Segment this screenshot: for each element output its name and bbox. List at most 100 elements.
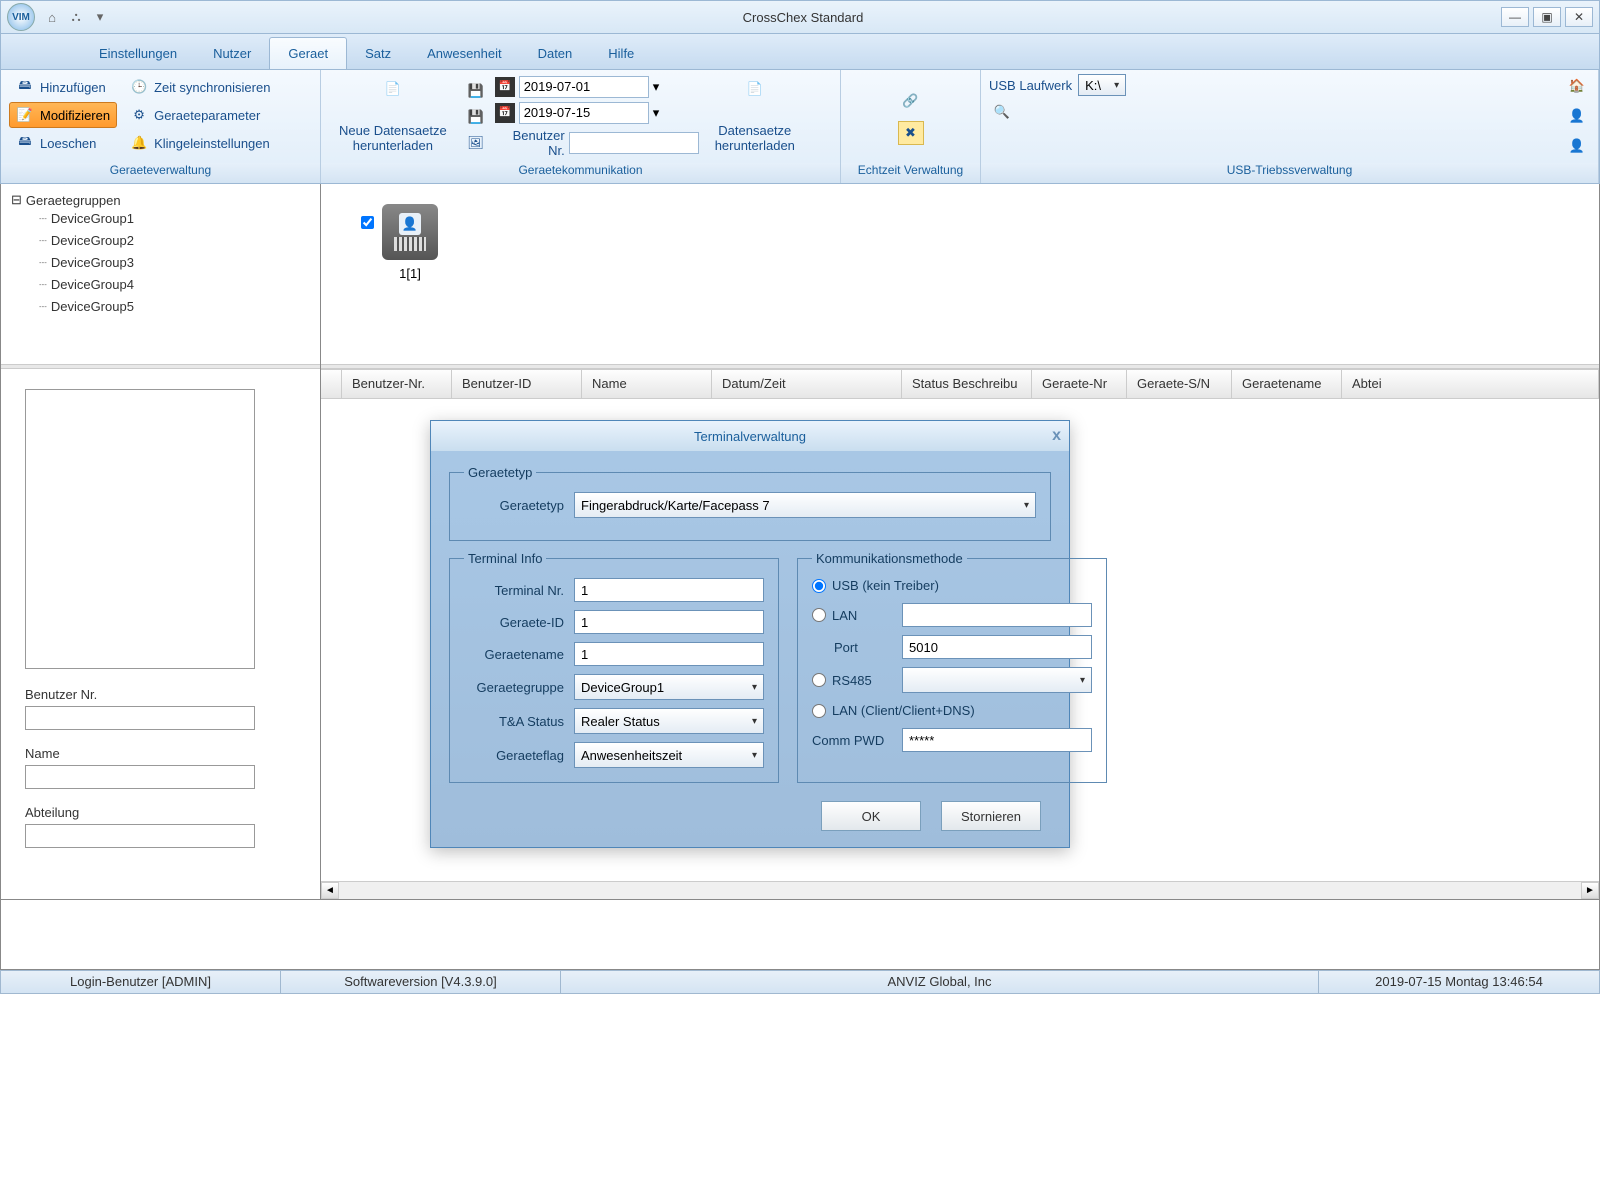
- lan-input[interactable]: [902, 603, 1092, 627]
- tab-anwesenheit[interactable]: Anwesenheit: [409, 38, 519, 69]
- add-device-icon: 🖴: [16, 78, 34, 96]
- rs485-select[interactable]: ▾: [902, 667, 1092, 693]
- download-new-records-button[interactable]: 📄 Neue Datensaetze herunterladen: [329, 77, 457, 157]
- device-checkbox[interactable]: [361, 216, 374, 229]
- photo-placeholder: [25, 389, 255, 669]
- unlink-icon[interactable]: ✖: [898, 121, 924, 145]
- filter-abteilung-input[interactable]: [25, 824, 255, 848]
- scroll-right-icon[interactable]: ►: [1581, 882, 1599, 899]
- picture-icon[interactable]: 🖼: [463, 131, 489, 155]
- ok-button[interactable]: OK: [821, 801, 921, 831]
- device-item[interactable]: 👤 1[1]: [382, 204, 438, 281]
- scroll-left-icon[interactable]: ◄: [321, 882, 339, 899]
- usb-drive-select[interactable]: K:\▾: [1078, 74, 1126, 96]
- people-icon[interactable]: ⛬: [67, 8, 85, 26]
- status-user: Login-Benutzer [ADMIN]: [1, 971, 281, 993]
- geraete-id-input[interactable]: [574, 610, 764, 634]
- save-icon[interactable]: 💾: [463, 79, 489, 103]
- tab-geraet[interactable]: Geraet: [269, 37, 347, 69]
- delete-button[interactable]: 🖴Loeschen: [9, 130, 117, 156]
- device-label: 1[1]: [399, 266, 421, 281]
- usb-radio[interactable]: [812, 579, 826, 593]
- ribbon-group-label: USB-Triebssverwaltung: [981, 163, 1598, 183]
- port-input[interactable]: [902, 635, 1092, 659]
- tree-root[interactable]: ⊟Geraetegruppen: [11, 192, 310, 208]
- terminal-nr-input[interactable]: [574, 578, 764, 602]
- modify-button[interactable]: 📝Modifizieren: [9, 102, 117, 128]
- tree-item[interactable]: DeviceGroup2: [11, 230, 310, 252]
- status-datetime: 2019-07-15 Montag 13:46:54: [1319, 971, 1599, 993]
- tree-item[interactable]: DeviceGroup5: [11, 296, 310, 318]
- minimize-button[interactable]: —: [1501, 7, 1529, 27]
- date-from-input[interactable]: [519, 76, 649, 98]
- maximize-button[interactable]: ▣: [1533, 7, 1561, 27]
- col-header[interactable]: Datum/Zeit: [712, 370, 902, 398]
- geraetetyp-select[interactable]: Fingerabdruck/Karte/Facepass 7▾: [574, 492, 1036, 518]
- disk-out-icon[interactable]: 💾: [463, 105, 489, 129]
- tab-nutzer[interactable]: Nutzer: [195, 38, 269, 69]
- rs485-radio[interactable]: [812, 673, 826, 687]
- tree-item[interactable]: DeviceGroup4: [11, 274, 310, 296]
- app-logo-icon: VIM: [7, 3, 35, 31]
- collapse-icon[interactable]: ⊟: [11, 192, 22, 208]
- tab-satz[interactable]: Satz: [347, 38, 409, 69]
- lan-dns-radio[interactable]: [812, 704, 826, 718]
- chevron-down-icon[interactable]: ▾: [653, 105, 660, 121]
- col-header[interactable]: Geraete-Nr: [1032, 370, 1127, 398]
- filter-label: Name: [25, 746, 296, 761]
- dialog-close-icon[interactable]: x: [1052, 427, 1061, 445]
- tree-item[interactable]: DeviceGroup1: [11, 208, 310, 230]
- ribbon-group-label: Echtzeit Verwaltung: [841, 163, 980, 183]
- usb-drive-label: USB Laufwerk: [989, 78, 1072, 93]
- app-title: CrossChex Standard: [109, 10, 1497, 25]
- bottom-empty: [0, 900, 1600, 970]
- chevron-down-icon[interactable]: ▾: [653, 79, 660, 95]
- comm-pwd-input[interactable]: [902, 728, 1092, 752]
- device-params-button[interactable]: ⚙Geraeteparameter: [123, 102, 277, 128]
- date-to-input[interactable]: [519, 102, 649, 124]
- filter-label: Abteilung: [25, 805, 296, 820]
- delete-device-icon: 🖴: [16, 134, 34, 152]
- tree: ⊟Geraetegruppen DeviceGroup1 DeviceGroup…: [1, 184, 320, 364]
- ribbon: 🖴Hinzufügen 📝Modifizieren 🖴Loeschen 🕒Zei…: [0, 70, 1600, 184]
- col-header[interactable]: Name: [582, 370, 712, 398]
- col-header[interactable]: Abtei: [1342, 370, 1599, 398]
- shield-icon[interactable]: ▾: [91, 8, 109, 26]
- add-button[interactable]: 🖴Hinzufügen: [9, 74, 117, 100]
- home-user-icon[interactable]: 🏠: [1564, 74, 1590, 98]
- geraetegruppe-select[interactable]: DeviceGroup1▾: [574, 674, 764, 700]
- tab-hilfe[interactable]: Hilfe: [590, 38, 652, 69]
- scrollbar-horizontal[interactable]: ◄ ►: [321, 881, 1599, 899]
- tab-daten[interactable]: Daten: [520, 38, 591, 69]
- download-records-button[interactable]: 📄 Datensaetze herunterladen: [705, 77, 805, 157]
- ta-status-select[interactable]: Realer Status▾: [574, 708, 764, 734]
- tree-item[interactable]: DeviceGroup3: [11, 252, 310, 274]
- col-header[interactable]: Status Beschreibu: [902, 370, 1032, 398]
- col-header[interactable]: Geraete-S/N: [1127, 370, 1232, 398]
- filter-benutzer-input[interactable]: [25, 706, 255, 730]
- status-company: ANVIZ Global, Inc: [561, 971, 1319, 993]
- tab-einstellungen[interactable]: Einstellungen: [81, 38, 195, 69]
- statusbar: Login-Benutzer [ADMIN] Softwareversion […: [0, 970, 1600, 994]
- geraeteflag-select[interactable]: Anwesenheitszeit▾: [574, 742, 764, 768]
- col-header[interactable]: Benutzer-ID: [452, 370, 582, 398]
- cancel-button[interactable]: Stornieren: [941, 801, 1041, 831]
- link-icon[interactable]: 🔗: [898, 89, 924, 113]
- filter-panel: Benutzer Nr. Name Abteilung: [1, 369, 320, 899]
- close-button[interactable]: ✕: [1565, 7, 1593, 27]
- sync-time-button[interactable]: 🕒Zeit synchronisieren: [123, 74, 277, 100]
- geraetename-input[interactable]: [574, 642, 764, 666]
- benutzer-nr-input[interactable]: [569, 132, 699, 154]
- col-header[interactable]: Geraetename: [1232, 370, 1342, 398]
- filter-name-input[interactable]: [25, 765, 255, 789]
- titlebar: VIM ⌂ ⛬ ▾ CrossChex Standard — ▣ ✕: [0, 0, 1600, 34]
- col-header[interactable]: Benutzer-Nr.: [342, 370, 452, 398]
- user-up-icon[interactable]: 👤: [1564, 104, 1590, 128]
- home-icon[interactable]: ⌂: [43, 8, 61, 26]
- magnifier-icon[interactable]: 🔍: [989, 100, 1015, 124]
- lan-radio[interactable]: [812, 608, 826, 622]
- ring-settings-button[interactable]: 🔔Klingeleinstellungen: [123, 130, 277, 156]
- benutzer-label: Benutzer Nr.: [495, 128, 565, 158]
- user-down-icon[interactable]: 👤: [1564, 134, 1590, 158]
- fieldset-legend: Terminal Info: [464, 551, 546, 566]
